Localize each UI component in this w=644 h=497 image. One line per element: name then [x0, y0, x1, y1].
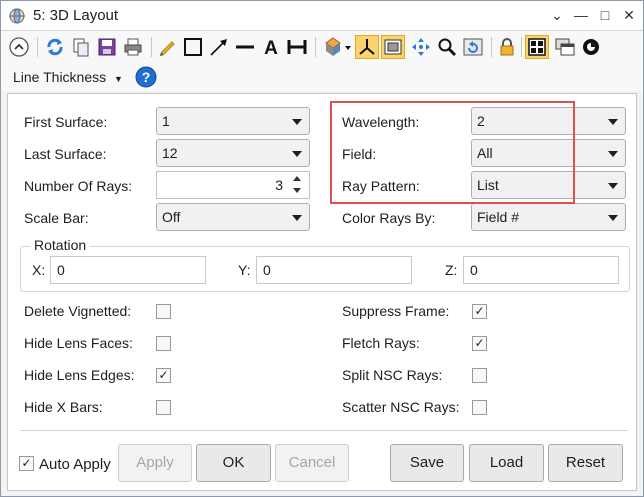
hide-x-bars-checkbox[interactable]	[156, 400, 171, 415]
split-nsc-rays-label: Split NSC Rays:	[342, 367, 443, 383]
window-title: 5: 3D Layout	[33, 7, 119, 24]
line-thickness-label: Line Thickness	[13, 69, 107, 85]
chevron-down-icon	[608, 215, 618, 221]
hide-lens-faces-checkbox[interactable]	[156, 336, 171, 351]
number-of-rays-stepper[interactable]: 3	[156, 171, 310, 199]
chevron-down-icon	[292, 119, 302, 125]
highlight-box	[330, 101, 575, 204]
chevron-down-icon	[292, 151, 302, 157]
chevron-down-icon[interactable]: ⌄	[546, 5, 568, 25]
text-icon[interactable]: A	[259, 35, 283, 59]
scale-bar-value: Off	[162, 209, 181, 225]
grid-layout-icon[interactable]	[525, 35, 549, 59]
first-surface-value: 1	[162, 113, 170, 129]
arrow-icon[interactable]	[207, 35, 231, 59]
rectangle-icon[interactable]	[181, 35, 205, 59]
first-surface-select[interactable]: 1	[156, 107, 310, 135]
axes-icon[interactable]	[355, 35, 379, 59]
save-icon[interactable]	[95, 35, 119, 59]
print-icon[interactable]	[121, 35, 145, 59]
collapse-icon[interactable]	[7, 35, 31, 59]
pencil-icon[interactable]	[155, 35, 179, 59]
copy-icon[interactable]	[69, 35, 93, 59]
color-rays-by-value: Field #	[477, 209, 520, 225]
pan-icon[interactable]	[409, 35, 433, 59]
fletch-rays-checkbox[interactable]: ✓	[472, 336, 487, 351]
scale-bar-select[interactable]: Off	[156, 203, 310, 231]
hide-x-bars-label: Hide X Bars:	[24, 399, 103, 415]
cancel-button[interactable]: Cancel	[275, 444, 349, 482]
rotation-y-label: Y:	[238, 262, 251, 278]
first-surface-label: First Surface:	[24, 114, 108, 130]
chevron-down-icon[interactable]	[343, 35, 353, 59]
hide-lens-edges-checkbox[interactable]: ✓	[156, 368, 171, 383]
last-surface-label: Last Surface:	[24, 146, 107, 162]
fletch-rays-label: Fletch Rays:	[342, 335, 420, 351]
lens-icon	[9, 8, 25, 24]
delete-vignetted-label: Delete Vignetted:	[24, 303, 132, 319]
svg-text:?: ?	[142, 69, 151, 85]
refresh-icon[interactable]	[43, 35, 67, 59]
chevron-down-icon	[608, 183, 618, 189]
line-thickness-dropdown[interactable]: Line Thickness ▼	[13, 69, 123, 85]
settings-icon[interactable]	[579, 35, 603, 59]
secondary-toolbar: Line Thickness ▼ ?	[1, 63, 643, 91]
number-of-rays-label: Number Of Rays:	[24, 178, 133, 194]
spin-down-icon[interactable]	[293, 188, 301, 193]
maximize-button[interactable]: □	[594, 5, 616, 25]
save-button[interactable]: Save	[390, 444, 464, 482]
spin-up-icon[interactable]	[293, 176, 301, 181]
settings-panel: First Surface: 1 Last Surface: 12 Number…	[7, 93, 637, 491]
rotation-z-input[interactable]: 0	[463, 256, 619, 284]
minimize-button[interactable]: —	[570, 5, 592, 25]
chevron-down-icon	[608, 151, 618, 157]
rotation-x-value: 0	[57, 262, 65, 278]
frame-view-icon[interactable]	[381, 35, 405, 59]
hide-lens-edges-label: Hide Lens Edges:	[24, 367, 135, 383]
zoom-icon[interactable]	[435, 35, 459, 59]
svg-text:A: A	[264, 38, 278, 59]
rotation-x-label: X:	[32, 262, 46, 278]
rotation-z-value: 0	[470, 262, 478, 278]
close-button[interactable]: ✕	[618, 5, 640, 25]
apply-button[interactable]: Apply	[118, 444, 192, 482]
ok-button[interactable]: OK	[196, 444, 271, 482]
rotation-y-value: 0	[263, 262, 271, 278]
windows-icon[interactable]	[553, 35, 577, 59]
scale-bar-label: Scale Bar:	[24, 210, 89, 226]
last-surface-value: 12	[162, 145, 178, 161]
chevron-down-icon: ▼	[114, 74, 123, 84]
hide-lens-faces-label: Hide Lens Faces:	[24, 335, 133, 351]
lock-icon[interactable]	[495, 35, 519, 59]
auto-apply-checkbox[interactable]: ✓	[19, 456, 34, 471]
3d-layout-window: 5: 3D Layout ⌄ — □ ✕ A Line Thickness ▼ …	[0, 0, 644, 497]
auto-apply-label: Auto Apply	[39, 456, 111, 473]
rotation-title: Rotation	[30, 237, 91, 253]
line-icon[interactable]	[233, 35, 257, 59]
dimension-icon[interactable]	[285, 35, 309, 59]
color-rays-by-label: Color Rays By:	[342, 210, 436, 226]
load-button[interactable]: Load	[469, 444, 544, 482]
chevron-down-icon	[292, 215, 302, 221]
reset-button[interactable]: Reset	[548, 444, 623, 482]
number-of-rays-value: 3	[275, 177, 283, 193]
help-icon[interactable]: ?	[135, 66, 157, 88]
split-nsc-rays-checkbox[interactable]	[472, 368, 487, 383]
suppress-frame-checkbox[interactable]: ✓	[472, 304, 487, 319]
rotation-z-label: Z:	[445, 262, 458, 278]
color-rays-by-select[interactable]: Field #	[471, 203, 626, 231]
delete-vignetted-checkbox[interactable]	[156, 304, 171, 319]
suppress-frame-label: Suppress Frame:	[342, 303, 450, 319]
last-surface-select[interactable]: 12	[156, 139, 310, 167]
reset-view-icon[interactable]	[461, 35, 485, 59]
scatter-nsc-rays-label: Scatter NSC Rays:	[342, 399, 460, 415]
rotation-x-input[interactable]: 0	[50, 256, 206, 284]
rotate-view-icon[interactable]	[321, 35, 345, 59]
toolbar: A	[1, 31, 643, 63]
divider	[20, 430, 628, 431]
rotation-y-input[interactable]: 0	[256, 256, 412, 284]
scatter-nsc-rays-checkbox[interactable]	[472, 400, 487, 415]
chevron-down-icon	[608, 119, 618, 125]
title-bar: 5: 3D Layout ⌄ — □ ✕	[1, 1, 643, 31]
